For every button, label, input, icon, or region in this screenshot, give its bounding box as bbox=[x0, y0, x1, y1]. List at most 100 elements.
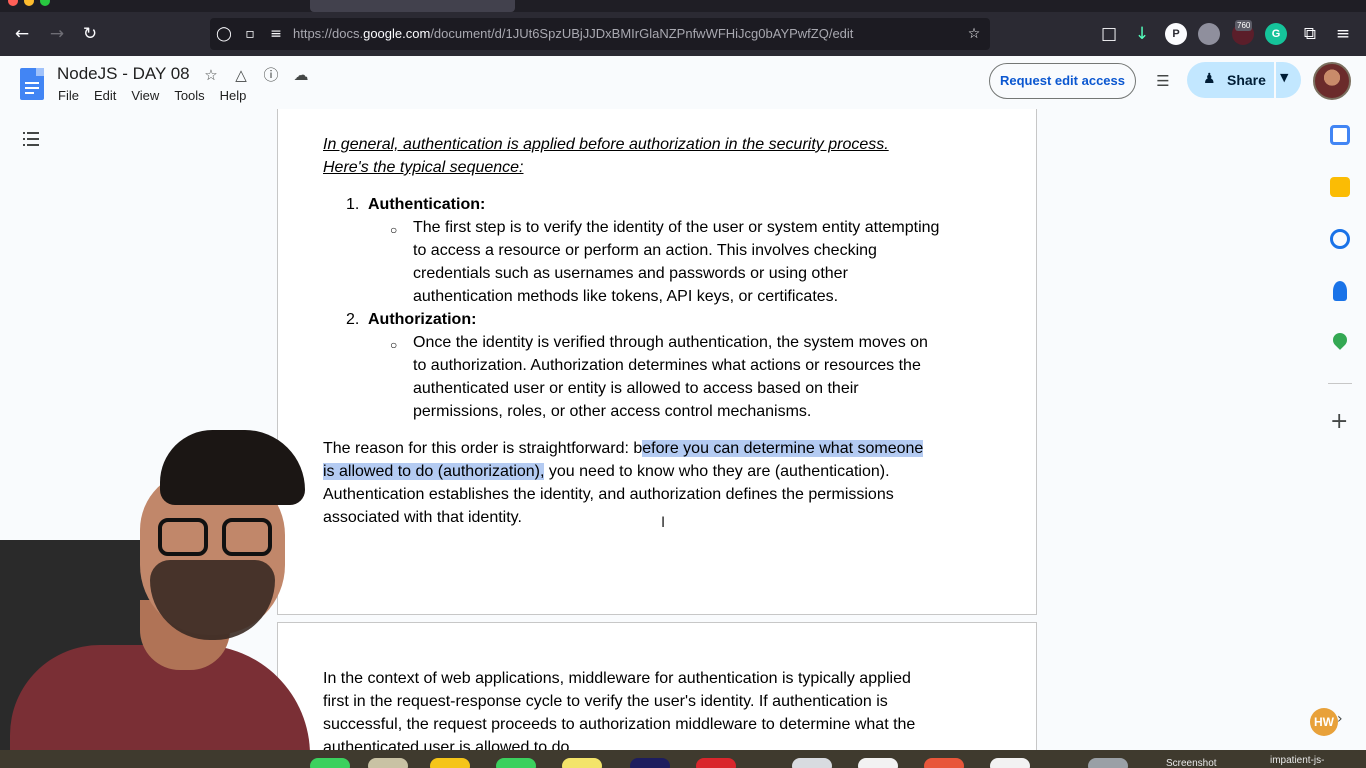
glasses-right-lens bbox=[222, 518, 272, 556]
dock-app-icon[interactable] bbox=[496, 758, 536, 768]
menu-tools[interactable]: Tools bbox=[174, 88, 204, 103]
contacts-icon[interactable] bbox=[1333, 281, 1347, 301]
text-line: permissions, roles, or other access cont… bbox=[413, 403, 812, 420]
minimize-window-icon[interactable] bbox=[24, 0, 34, 6]
text-line: Authentication establishes the identity,… bbox=[323, 486, 894, 503]
star-icon[interactable]: ☆ bbox=[201, 65, 221, 85]
menu-edit[interactable]: Edit bbox=[94, 88, 116, 103]
extension-badge-count: 760 bbox=[1235, 20, 1253, 31]
docs-logo-icon[interactable] bbox=[20, 68, 44, 100]
docs-header: NodeJS - DAY 08 ☆ △ ⓘ ☁ File Edit View T… bbox=[0, 56, 1366, 109]
dock-app-icon[interactable] bbox=[368, 758, 408, 768]
text-cursor-icon: I bbox=[661, 515, 666, 531]
extensions-puzzle-icon[interactable]: ⧉ bbox=[1298, 22, 1322, 46]
document-page[interactable]: In general, authentication is applied be… bbox=[277, 109, 1037, 615]
plain-text: you need to know who they are (authentic… bbox=[544, 463, 890, 480]
zoom-window-icon[interactable] bbox=[40, 0, 50, 6]
document-outline-icon[interactable] bbox=[22, 128, 44, 150]
menu-hamburger-icon[interactable]: ≡ bbox=[1331, 22, 1355, 46]
url-text[interactable]: https://docs.google.com/document/d/1JUt6… bbox=[293, 26, 853, 41]
move-to-drive-icon[interactable]: △ bbox=[231, 65, 251, 85]
middleware-paragraph: In the context of web applications, midd… bbox=[323, 667, 993, 759]
sub-bullet-text: The first step is to verify the identity… bbox=[413, 216, 993, 308]
permissions-icon[interactable]: ≡ bbox=[266, 24, 286, 44]
shield-icon[interactable]: ◯ bbox=[214, 24, 234, 44]
url-prefix: https://docs. bbox=[293, 26, 364, 41]
text-line: credentials such as usernames and passwo… bbox=[413, 265, 848, 282]
dock-app-icon[interactable] bbox=[696, 758, 736, 768]
chevron-down-icon[interactable]: ▼ bbox=[1280, 71, 1288, 84]
hollow-bullet-icon: ○ bbox=[390, 338, 398, 352]
request-edit-access-button[interactable]: Request edit access bbox=[989, 63, 1136, 99]
dock-app-icon[interactable] bbox=[990, 758, 1030, 768]
dock-app-icon[interactable] bbox=[858, 758, 898, 768]
hollow-bullet-icon: ○ bbox=[390, 223, 398, 237]
selected-text: efore you can determine what someone bbox=[642, 440, 924, 457]
text-line: The reason for this order is straightfor… bbox=[323, 437, 993, 460]
text-line: to authorization. Authorization determin… bbox=[413, 357, 921, 374]
document-page-2[interactable]: In the context of web applications, midd… bbox=[277, 622, 1037, 762]
back-icon[interactable]: ← bbox=[10, 22, 34, 46]
menu-help[interactable]: Help bbox=[220, 88, 247, 103]
dock-label[interactable]: Screenshot bbox=[1166, 758, 1217, 768]
url-path: /document/d/1JUt6SpzUBjJJDxBMIrGlaNZPnfw… bbox=[430, 26, 854, 41]
forward-icon[interactable]: → bbox=[45, 22, 69, 46]
dock-app-icon[interactable] bbox=[562, 758, 602, 768]
chevron-right-icon[interactable]: › bbox=[1337, 711, 1343, 727]
sub-bullet-text: Once the identity is verified through au… bbox=[413, 331, 993, 423]
document-title[interactable]: NodeJS - DAY 08 bbox=[57, 64, 190, 84]
dock-app-icon[interactable] bbox=[310, 758, 350, 768]
dock-app-icon[interactable] bbox=[430, 758, 470, 768]
dock-app-icon[interactable] bbox=[630, 758, 670, 768]
browser-toolbar: ← → ↻ ◯ ▫ ≡ https://docs.google.com/docu… bbox=[0, 12, 1366, 56]
people-icon: ♟ bbox=[1203, 71, 1216, 87]
intro-paragraph: In general, authentication is applied be… bbox=[323, 133, 1003, 179]
text-line: In the context of web applications, midd… bbox=[323, 670, 911, 687]
text-line: The first step is to verify the identity… bbox=[413, 219, 940, 236]
dock-app-icon[interactable] bbox=[1088, 758, 1128, 768]
close-window-icon[interactable] bbox=[8, 0, 18, 6]
presenter-hair bbox=[160, 430, 305, 505]
dock: Screenshot impatient-js- bbox=[0, 750, 1366, 768]
intro-line: In general, authentication is applied be… bbox=[323, 136, 889, 153]
text-line: is allowed to do (authorization), you ne… bbox=[323, 460, 993, 483]
share-button[interactable]: ♟ Share ▼ bbox=[1187, 62, 1301, 98]
share-label: Share bbox=[1227, 72, 1266, 88]
text-line: associated with that identity. bbox=[323, 509, 522, 526]
reason-paragraph: The reason for this order is straightfor… bbox=[323, 437, 993, 529]
pocket-icon[interactable]: □ bbox=[1097, 22, 1121, 46]
bookmark-star-icon[interactable]: ☆ bbox=[964, 24, 984, 44]
text-line: authentication methods like tokens, API … bbox=[413, 288, 839, 305]
calendar-icon[interactable] bbox=[1330, 125, 1350, 145]
extension-p-icon[interactable]: P bbox=[1165, 23, 1187, 45]
text-line: to access a resource or perform an actio… bbox=[413, 242, 877, 259]
browser-tab-strip bbox=[0, 0, 1366, 12]
avatar[interactable] bbox=[1313, 62, 1351, 100]
dock-label[interactable]: impatient-js- bbox=[1270, 755, 1324, 766]
url-domain: google.com bbox=[363, 26, 431, 41]
grammarly-icon[interactable]: G bbox=[1265, 23, 1287, 45]
info-icon[interactable]: ⓘ bbox=[261, 65, 281, 85]
url-bar[interactable]: ◯ ▫ ≡ https://docs.google.com/document/d… bbox=[210, 18, 990, 50]
list-heading: Authorization: bbox=[368, 311, 477, 328]
add-addon-icon[interactable]: + bbox=[1330, 411, 1348, 433]
dock-app-icon[interactable] bbox=[792, 758, 832, 768]
menu-bar: File Edit View Tools Help bbox=[58, 88, 261, 103]
extension-globe-icon[interactable] bbox=[1198, 23, 1220, 45]
keep-icon[interactable] bbox=[1330, 177, 1350, 197]
glasses-left-lens bbox=[158, 518, 208, 556]
maps-icon[interactable] bbox=[1330, 330, 1350, 350]
plain-text: The reason for this order is straightfor… bbox=[323, 440, 643, 457]
menu-view[interactable]: View bbox=[131, 88, 159, 103]
reload-icon[interactable]: ↻ bbox=[78, 22, 102, 46]
comment-history-icon[interactable]: ☰ bbox=[1148, 66, 1178, 96]
tasks-icon[interactable] bbox=[1330, 229, 1350, 249]
cloud-status-icon[interactable]: ☁ bbox=[291, 65, 311, 85]
downloads-icon[interactable]: ↓ bbox=[1130, 22, 1154, 46]
text-line: successful, the request proceeds to auth… bbox=[323, 716, 916, 733]
menu-file[interactable]: File bbox=[58, 88, 79, 103]
hw-badge[interactable]: HW bbox=[1310, 708, 1338, 736]
dock-app-icon[interactable] bbox=[924, 758, 964, 768]
lock-icon[interactable]: ▫ bbox=[240, 24, 260, 44]
active-browser-tab[interactable] bbox=[310, 0, 515, 12]
